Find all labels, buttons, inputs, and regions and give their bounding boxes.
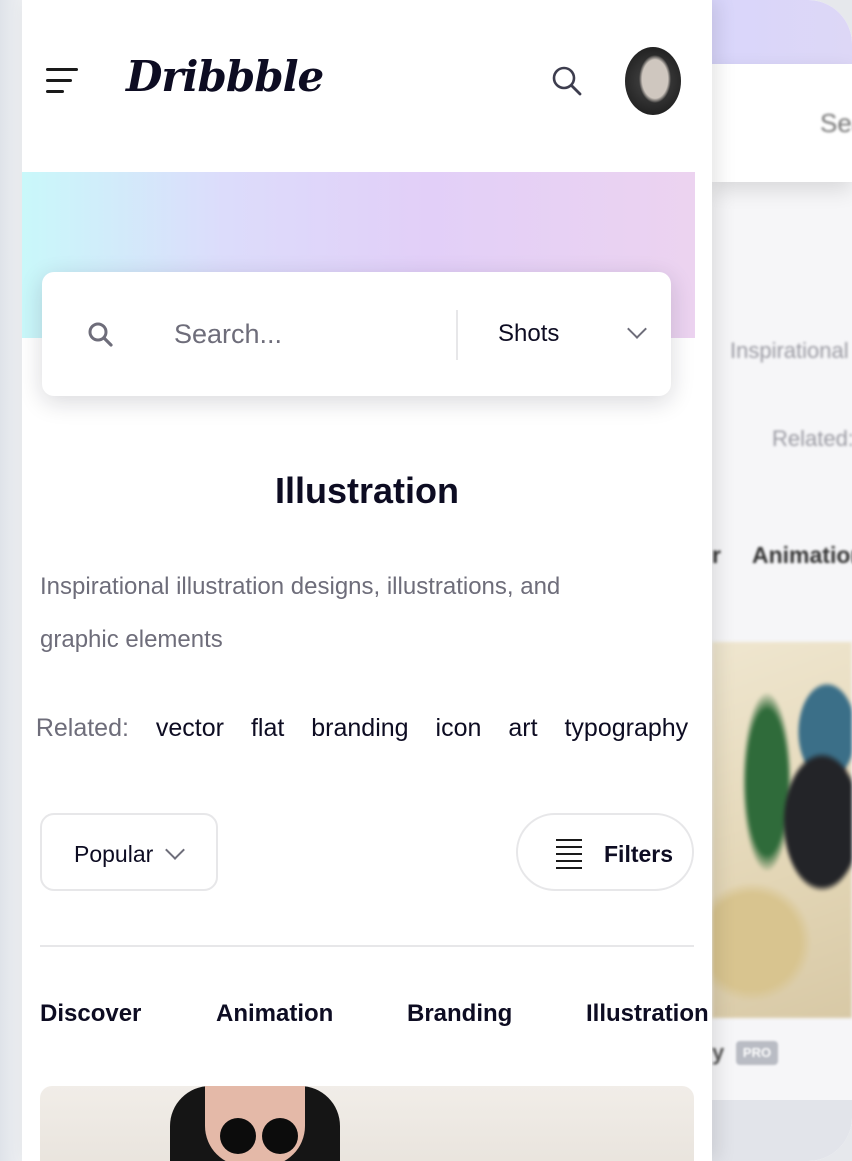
bg-description: Inspirational i	[730, 338, 852, 363]
related-tag-vector[interactable]: vector	[156, 714, 224, 742]
related-tag-typography[interactable]: typography	[564, 714, 688, 742]
bg-search-text: Sea	[820, 108, 852, 138]
bg-shot-image	[712, 642, 852, 1018]
filters-button[interactable]: Filters	[516, 813, 694, 891]
header: Dribbble	[22, 0, 712, 165]
sort-dropdown[interactable]: Popular	[40, 813, 218, 891]
search-type-label: Shots	[498, 320, 560, 347]
divider	[40, 945, 694, 947]
bg-hero-strip	[712, 0, 852, 66]
chevron-down-icon	[627, 319, 647, 339]
hamburger-icon[interactable]	[46, 66, 78, 96]
chevron-down-icon	[165, 840, 185, 860]
category-discover[interactable]: Discover	[40, 1000, 141, 1028]
bg-category: Animation	[752, 542, 852, 568]
category-illustration[interactable]: Illustration	[586, 1000, 709, 1028]
background-screen: Sea Inspirational i Related: r Animation…	[712, 0, 852, 1161]
pro-badge-label: PRO	[742, 1045, 772, 1060]
bg-footer	[712, 1100, 852, 1161]
page-description: Inspirational illustration designs, illu…	[40, 573, 561, 653]
related-tag-flat[interactable]: flat	[251, 714, 284, 742]
shot-thumbnail[interactable]	[40, 1086, 694, 1161]
search-type-select[interactable]: Shots	[482, 306, 652, 362]
left-bezel	[0, 0, 22, 1161]
page-title: Illustration	[274, 470, 459, 511]
bg-shot-title: y	[712, 1040, 725, 1065]
search-input[interactable]	[174, 312, 444, 356]
category-branding[interactable]: Branding	[407, 1000, 512, 1028]
search-icon	[88, 322, 113, 347]
related-tag-icon[interactable]: icon	[436, 714, 482, 742]
bg-search-card: Sea	[712, 64, 852, 182]
category-animation[interactable]: Animation	[216, 1000, 333, 1028]
shot-illustration-glasses	[262, 1118, 298, 1154]
bg-category-partial: r	[712, 542, 721, 568]
related-tags: Related: vector flat branding icon art t…	[22, 714, 712, 743]
filters-icon	[556, 837, 582, 869]
shot-illustration-glasses	[220, 1118, 256, 1154]
bg-related-label: Related:	[772, 426, 852, 451]
related-tag-art[interactable]: art	[508, 714, 537, 742]
pro-badge: PRO	[736, 1041, 778, 1065]
sort-label: Popular	[74, 841, 154, 867]
avatar[interactable]	[625, 47, 681, 115]
screen: Sea Inspirational i Related: r Animation…	[0, 0, 852, 1161]
related-tag-branding[interactable]: branding	[311, 714, 408, 742]
filters-label: Filters	[604, 841, 674, 867]
search-divider	[456, 310, 458, 360]
dribbble-page: Dribbble Shots Illustration Inspirationa…	[22, 0, 712, 1161]
search-icon[interactable]	[550, 64, 584, 98]
dribbble-logo[interactable]: Dribbble	[126, 52, 324, 101]
search-box: Shots	[42, 272, 671, 396]
related-label: Related:	[35, 714, 129, 742]
category-nav: Discover Animation Branding Illustration	[40, 1000, 709, 1040]
